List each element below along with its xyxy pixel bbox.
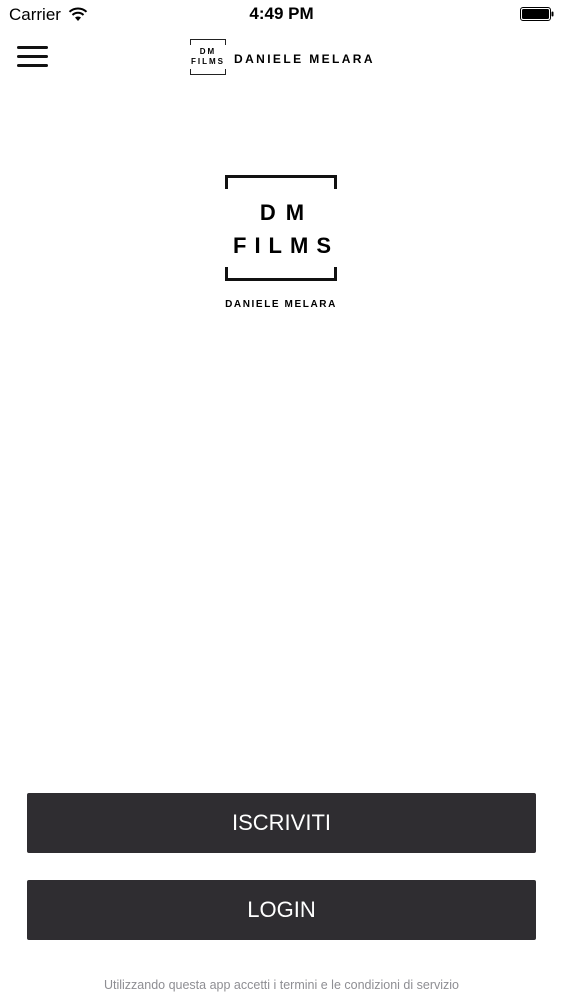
- logo-frame-bottom: [225, 267, 337, 281]
- login-button[interactable]: LOGIN: [27, 880, 536, 940]
- terms-text: Utilizzando questa app accetti i termini…: [103, 978, 460, 992]
- header-logo-mark: DM FILMS: [190, 39, 226, 75]
- app-screen: Carrier 4:49 PM DM FILMS DANIELE MELARA: [0, 0, 563, 1000]
- battery-icon: [520, 7, 554, 21]
- header-logo-line2: FILMS: [191, 57, 225, 66]
- main-logo: DM FILMS DANIELE MELARA: [225, 175, 339, 315]
- signup-button[interactable]: ISCRIVITI: [27, 793, 536, 853]
- header-brand-logo: DM FILMS DANIELE MELARA: [190, 39, 380, 75]
- logo-line1: DM: [259, 200, 315, 225]
- logo-frame-top: [225, 175, 337, 189]
- navigation-bar: DM FILMS DANIELE MELARA: [0, 30, 563, 86]
- status-bar: Carrier 4:49 PM: [0, 0, 563, 30]
- hamburger-menu-icon[interactable]: [16, 43, 50, 71]
- header-brand-name: DANIELE MELARA: [234, 52, 375, 66]
- header-logo-line1: DM: [199, 47, 217, 56]
- logo-name: DANIELE MELARA: [225, 299, 337, 310]
- logo-line2: FILMS: [233, 233, 339, 258]
- clock: 4:49 PM: [249, 4, 314, 23]
